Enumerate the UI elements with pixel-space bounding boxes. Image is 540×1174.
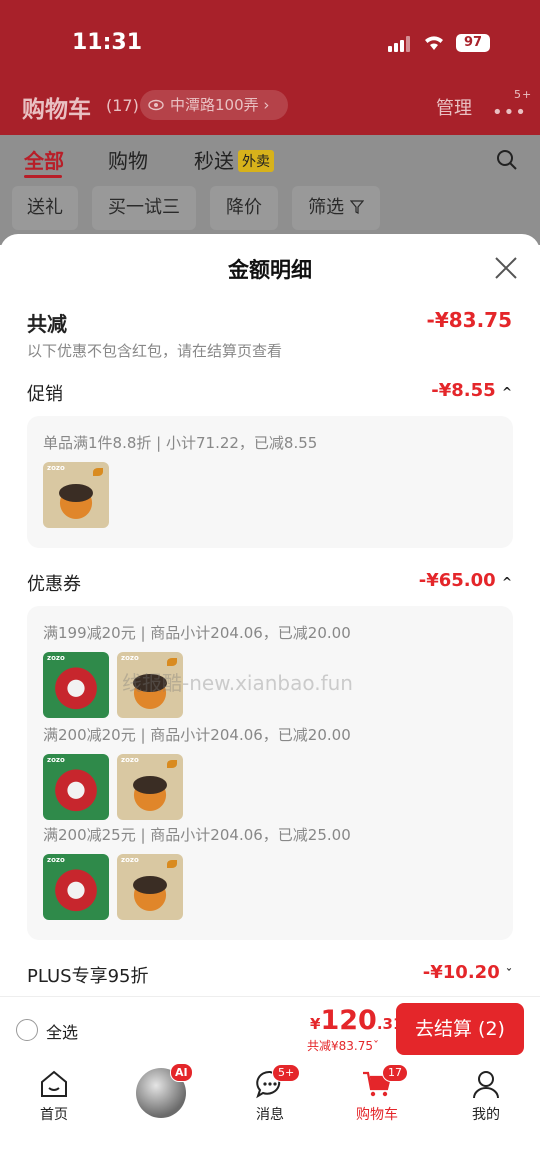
home-icon (41, 1070, 67, 1097)
coupon-line: 满199减20元 | 商品小计204.06，已减20.00 (43, 624, 351, 642)
signal-icon (388, 36, 412, 52)
product-thumbnail[interactable]: zozo (43, 652, 109, 718)
coupon-value: -¥65.00 (418, 570, 496, 591)
chip-try[interactable]: 买一试三 (92, 186, 196, 230)
battery-indicator: 97 (456, 34, 490, 52)
product-thumbnail[interactable]: zozo (43, 854, 109, 920)
takeout-badge: 外卖 (238, 150, 274, 172)
coupon-line: 满200减20元 | 商品小计204.06，已减20.00 (43, 726, 351, 744)
saved-amount: 共减¥83.75 (307, 1039, 373, 1053)
chevron-right-icon: › (263, 96, 270, 114)
chevron-down-icon: ˇ (373, 1039, 379, 1053)
product-thumbnail[interactable]: zozo (117, 854, 183, 920)
eye-icon (148, 99, 164, 111)
total-discount-label: 共减 (27, 312, 67, 336)
select-all-checkbox[interactable] (16, 1019, 38, 1041)
location-text: 中潭路100弄 (170, 96, 259, 114)
wifi-icon (425, 36, 443, 50)
select-all-label[interactable]: 全选 (46, 1019, 78, 1043)
total-price: ¥120.31 (310, 1005, 404, 1036)
category-tabs: 全部 购物 秒送 外卖 (0, 145, 540, 178)
promo-toggle[interactable]: -¥8.55 ^ (431, 380, 512, 401)
coupon-card: 满199减20元 | 商品小计204.06，已减20.00 zozo zozo … (27, 606, 513, 940)
coupon-toggle[interactable]: -¥65.00 ^ (419, 570, 512, 591)
total-discount-value: -¥83.75 (426, 308, 512, 332)
coupon-line: 满200减25元 | 商品小计204.06，已减25.00 (43, 826, 351, 844)
watermark: 线报酷-new.xianbao.fun (122, 671, 353, 695)
sheet-title: 金额明细 (228, 258, 312, 282)
messages-badge: 5+ (272, 1064, 301, 1082)
more-badge: 5+ (514, 88, 533, 101)
plus-discount-value: -¥10.20 (422, 962, 500, 983)
more-icon[interactable]: ••• 5+ (492, 88, 531, 123)
tab-instant[interactable]: 秒送 外卖 (194, 145, 274, 174)
chevron-down-icon: ˇ (506, 967, 512, 981)
tab-all[interactable]: 全部 (24, 145, 64, 174)
promo-line: 单品满1件8.8折 | 小计71.22，已减8.55 (43, 434, 318, 452)
chip-filter[interactable]: 筛选 (292, 186, 380, 230)
chip-price-drop[interactable]: 降价 (210, 186, 278, 230)
profile-icon (473, 1071, 499, 1099)
checkout-bar: 全选 ¥120.31 共减¥83.75ˇ 去结算 (2) (0, 996, 540, 1060)
product-thumbnail[interactable]: zozo (43, 754, 109, 820)
chip-gift[interactable]: 送礼 (12, 186, 78, 230)
nav-home[interactable]: 首页 (14, 1068, 94, 1124)
filter-icon (349, 200, 365, 214)
search-icon[interactable] (496, 149, 518, 171)
price-integer: 120 (320, 1005, 377, 1036)
checkout-button[interactable]: 去结算 (2) (396, 1003, 524, 1055)
cart-header: 购物车 (17) 中潭路100弄 › 管理 ••• 5+ (0, 88, 540, 124)
status-time: 11:31 (72, 30, 143, 55)
promo-card: 单品满1件8.8折 | 小计71.22，已减8.55 zozo (27, 416, 513, 548)
promo-label: 促销 (27, 384, 63, 405)
active-tab-underline (24, 175, 62, 178)
promo-value: -¥8.55 (431, 380, 496, 401)
nav-profile[interactable]: 我的 (446, 1068, 526, 1124)
chip-filter-label: 筛选 (308, 197, 345, 218)
tab-instant-label: 秒送 (194, 149, 234, 173)
cart-count: (17) (106, 96, 139, 115)
tab-shopping[interactable]: 购物 (108, 145, 148, 174)
chevron-up-icon: ^ (501, 575, 512, 589)
product-thumbnail[interactable]: zozo (117, 754, 183, 820)
product-thumbnail[interactable]: zozo (43, 462, 109, 528)
plus-discount-label: PLUS专享95折 (27, 966, 149, 987)
bottom-nav: 首页 AI 消息 5+ 购物车 17 我的 (0, 1060, 540, 1174)
close-icon[interactable] (494, 256, 518, 280)
discount-note: 以下优惠不包含红包，请在结算页查看 (27, 342, 283, 360)
cart-badge: 17 (382, 1064, 408, 1082)
saved-amount-toggle[interactable]: 共减¥83.75ˇ (307, 1037, 379, 1054)
ai-badge: AI (170, 1063, 193, 1082)
plus-toggle[interactable]: -¥10.20 ˇ (423, 962, 512, 983)
chevron-up-icon: ^ (501, 385, 512, 399)
page-title: 购物车 (22, 97, 91, 123)
location-selector[interactable]: 中潭路100弄 › (140, 90, 288, 120)
coupon-label: 优惠券 (27, 574, 81, 595)
status-bar: 11:31 97 (0, 28, 540, 62)
manage-button[interactable]: 管理 (436, 94, 472, 120)
